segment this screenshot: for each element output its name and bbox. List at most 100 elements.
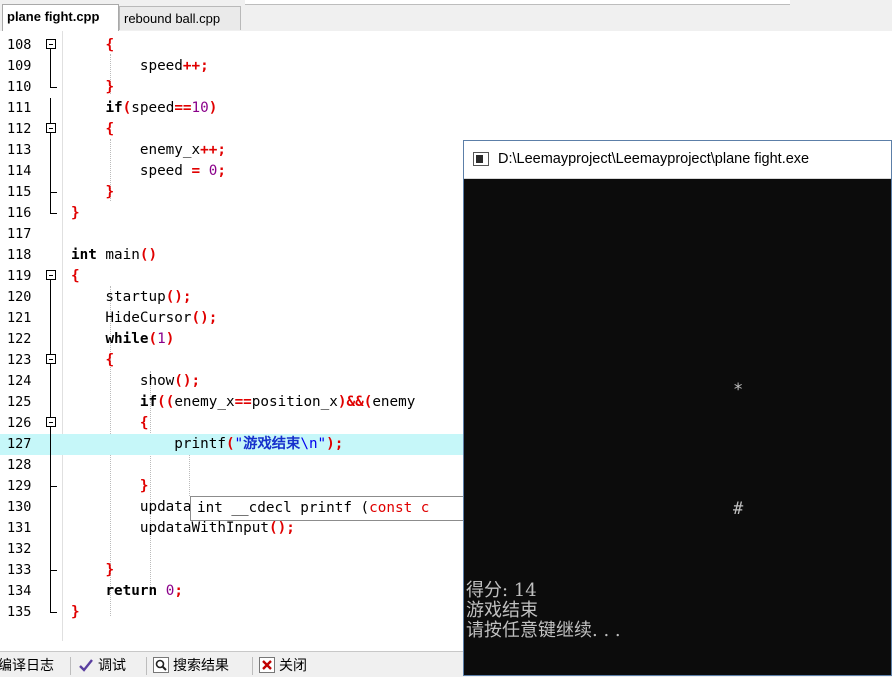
- line-number: 120: [7, 289, 32, 305]
- press-any-key-line: 请按任意键继续. . .: [466, 620, 621, 641]
- fold-end: [43, 476, 59, 497]
- tab-compile-log[interactable]: 编译日志: [0, 655, 54, 677]
- code-text: updataWithInput();: [71, 520, 295, 536]
- enemy-glyph: *: [733, 380, 744, 400]
- console-output: * # 得分: 14 游戏结束 请按任意键继续. . .: [464, 178, 891, 675]
- code-text: }: [105, 79, 115, 95]
- fold-toggle[interactable]: [43, 350, 59, 371]
- code-text: int main(): [71, 247, 158, 263]
- fold-line: [43, 329, 59, 350]
- code-text: speed++;: [71, 58, 209, 74]
- tooltip-signature: int __cdecl printf (: [197, 500, 370, 516]
- line-number: 114: [7, 163, 32, 179]
- fold-line: [43, 98, 59, 119]
- fold-toggle[interactable]: [43, 413, 59, 434]
- score-line: 得分: 14: [466, 580, 537, 601]
- code-text: HideCursor();: [71, 310, 218, 326]
- code-text: return 0;: [105, 583, 183, 599]
- fold-line: [43, 455, 59, 476]
- line-number: 111: [7, 100, 32, 116]
- code-text: {: [105, 37, 115, 53]
- fold-toggle[interactable]: [43, 119, 59, 140]
- line-number: 131: [7, 520, 32, 536]
- game-over-line: 游戏结束: [466, 600, 538, 621]
- fold-line: [43, 581, 59, 602]
- fold-line: [43, 371, 59, 392]
- fold-line: [43, 497, 59, 518]
- code-text: speed = 0;: [71, 163, 226, 179]
- code-line-112: 112 {: [0, 119, 892, 140]
- line-number: 113: [7, 142, 32, 158]
- code-text: if(speed==10): [105, 100, 218, 116]
- line-number: 134: [7, 583, 32, 599]
- line-number: 117: [7, 226, 32, 242]
- tab-plane-fight[interactable]: plane fight.cpp: [2, 4, 119, 31]
- line-number: 122: [7, 331, 32, 347]
- fold-line: [43, 539, 59, 560]
- line-number: 121: [7, 310, 32, 326]
- debug-label: 调试: [98, 658, 126, 674]
- code-text: startup();: [71, 289, 192, 305]
- tab-debug[interactable]: 调试: [78, 655, 126, 677]
- code-text: }: [71, 604, 80, 620]
- code-text: while(1): [105, 331, 175, 347]
- fold-end: [43, 182, 59, 203]
- fold-end: [43, 602, 59, 623]
- fold-line: [43, 308, 59, 329]
- fold-toggle[interactable]: [43, 266, 59, 287]
- fold-line: [43, 434, 59, 455]
- line-number: 127: [7, 436, 32, 452]
- compile-log-label: 编译日志: [0, 658, 54, 674]
- fold-line: [43, 140, 59, 161]
- line-number: 133: [7, 562, 32, 578]
- line-number: 126: [7, 415, 32, 431]
- ide-window: plane fight.cpp rebound ball.cpp 108 { 1…: [0, 0, 892, 677]
- console-title-bar[interactable]: D:\Leemayproject\Leemayproject\plane fig…: [464, 141, 891, 179]
- checkmark-icon: [79, 659, 93, 672]
- fold-line: [43, 287, 59, 308]
- tab-rebound-ball[interactable]: rebound ball.cpp: [119, 6, 241, 30]
- code-text: {: [105, 352, 115, 368]
- close-label: 关闭: [279, 658, 307, 674]
- line-number: 129: [7, 478, 32, 494]
- line-number: 135: [7, 604, 32, 620]
- code-text: }: [139, 478, 149, 494]
- plane-glyph: #: [733, 499, 744, 519]
- fold-line: [43, 161, 59, 182]
- console-window[interactable]: D:\Leemayproject\Leemayproject\plane fig…: [463, 140, 892, 676]
- line-number: 118: [7, 247, 32, 263]
- code-text: {: [139, 415, 149, 431]
- line-number: 119: [7, 268, 32, 284]
- code-line-111: 111 if(speed==10): [0, 98, 892, 119]
- line-number: 109: [7, 58, 32, 74]
- line-number: 124: [7, 373, 32, 389]
- code-text: enemy_x++;: [71, 142, 226, 158]
- line-number: 128: [7, 457, 32, 473]
- code-text: {: [105, 121, 115, 137]
- tab-separator: [70, 657, 71, 675]
- line-number: 108: [7, 37, 32, 53]
- fold-line: [43, 392, 59, 413]
- tab-close[interactable]: 关闭: [259, 655, 307, 677]
- console-title: D:\Leemayproject\Leemayproject\plane fig…: [498, 151, 810, 167]
- tooltip-param: const c: [369, 500, 430, 516]
- tab-bar-scrollbar-edge: [245, 0, 790, 5]
- tab-search-results[interactable]: 搜索结果: [153, 655, 229, 677]
- function-signature-tooltip: int __cdecl printf (const c: [190, 496, 480, 521]
- line-number: 125: [7, 394, 32, 410]
- fold-end: [43, 203, 59, 224]
- line-number: 112: [7, 121, 32, 137]
- fold-line: [43, 56, 59, 77]
- fold-toggle[interactable]: [43, 35, 59, 56]
- tab-separator: [252, 657, 253, 675]
- line-number: 123: [7, 352, 32, 368]
- code-text: }: [105, 562, 115, 578]
- line-number: 130: [7, 499, 32, 515]
- code-line-109: 109 speed++;: [0, 56, 892, 77]
- magnifier-icon: [153, 657, 169, 673]
- code-text: printf("游戏结束\n");: [71, 436, 344, 452]
- line-number: 115: [7, 184, 32, 200]
- fold-line: [43, 518, 59, 539]
- code-text: if((enemy_x==position_x)&&(enemy: [139, 394, 416, 410]
- code-text: {: [71, 268, 80, 284]
